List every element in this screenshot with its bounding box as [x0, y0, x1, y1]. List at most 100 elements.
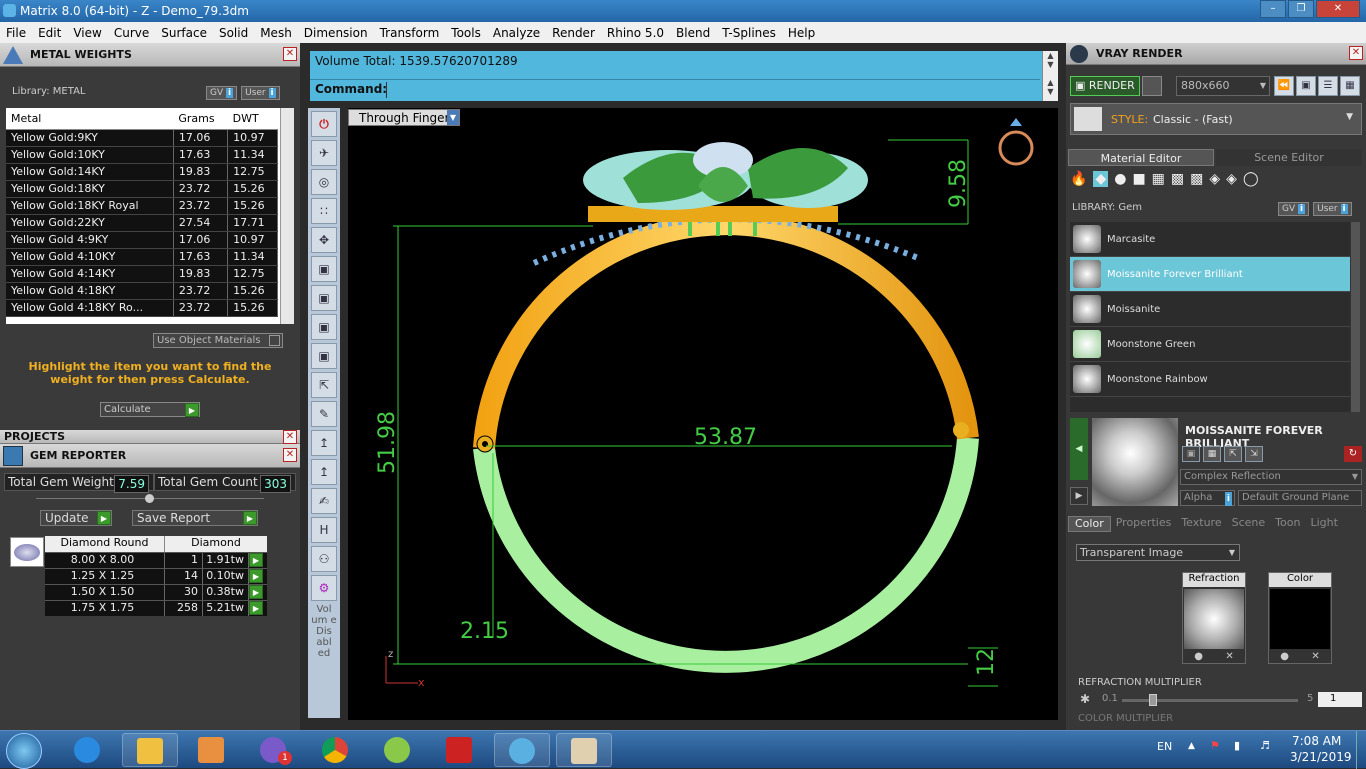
- pattern-icon[interactable]: ▩: [1171, 171, 1184, 187]
- reflection-select[interactable]: Complex Reflection ▼: [1180, 469, 1362, 485]
- refraction-clear-icon[interactable]: ✕: [1225, 651, 1233, 662]
- h-box-icon[interactable]: H: [311, 517, 337, 543]
- volume-icon[interactable]: ♬: [1260, 739, 1270, 752]
- tab-toon[interactable]: Toon: [1270, 516, 1305, 532]
- color-clear-icon[interactable]: ✕: [1311, 651, 1319, 662]
- viber-taskbar-item[interactable]: 1: [246, 733, 302, 767]
- media-taskbar-item[interactable]: [184, 733, 240, 767]
- show-desktop-button[interactable]: [1356, 731, 1366, 769]
- table-row[interactable]: Yellow Gold:9KY 17.06 10.97: [6, 129, 278, 147]
- gem-user-toggle[interactable]: User i: [1313, 202, 1352, 216]
- render-eye-icon[interactable]: [1142, 76, 1162, 96]
- export-material-icon[interactable]: ⇱: [1224, 446, 1242, 462]
- close-metal-weights-icon[interactable]: ✕: [283, 47, 297, 61]
- displace-icon[interactable]: ◈: [1226, 171, 1237, 187]
- table-row[interactable]: Yellow Gold:18KY Royal 23.72 15.26: [6, 197, 278, 215]
- menu-transform[interactable]: Transform: [374, 26, 446, 40]
- cube-top-icon[interactable]: ▣: [311, 256, 337, 282]
- network-icon[interactable]: ∷: [311, 198, 337, 224]
- list-item[interactable]: Moissanite Forever Brilliant: [1070, 257, 1360, 292]
- gem-select-icon[interactable]: ▶: [249, 553, 263, 567]
- refraction-color-icon[interactable]: ●: [1194, 651, 1203, 662]
- viewport-tab[interactable]: Through Finger ▼: [348, 109, 460, 126]
- gear-icon[interactable]: ⚙: [311, 575, 337, 601]
- console-scrollbar[interactable]: ▲ ▼ ▲ ▼: [1042, 51, 1058, 101]
- matrix-taskbar-item[interactable]: [494, 733, 550, 767]
- table-row[interactable]: 1.50 X 1.50 30 0.38tw ▶: [45, 584, 267, 600]
- gumball-off-icon[interactable]: ↥: [311, 430, 337, 456]
- scale-icon[interactable]: ⇱: [311, 372, 337, 398]
- table-row[interactable]: Yellow Gold 4:9KY 17.06 10.97: [6, 231, 278, 249]
- minimize-button[interactable]: –: [1260, 0, 1286, 18]
- menu-render[interactable]: Render: [546, 26, 601, 40]
- menu-rhino[interactable]: Rhino 5.0: [601, 26, 670, 40]
- ring-icon[interactable]: [998, 118, 1034, 166]
- menu-file[interactable]: File: [0, 26, 32, 40]
- network-warning-icon[interactable]: ⚑: [1210, 739, 1220, 752]
- menu-view[interactable]: View: [67, 26, 107, 40]
- list-item[interactable]: Moonstone Green: [1070, 327, 1360, 362]
- material-list-scrollbar[interactable]: [1350, 222, 1360, 412]
- col-metal[interactable]: Metal: [6, 108, 174, 130]
- table-row[interactable]: Yellow Gold:14KY 19.83 12.75: [6, 163, 278, 181]
- tray-expand-icon[interactable]: ▲: [1188, 741, 1195, 751]
- plane-icon[interactable]: ✈: [311, 140, 337, 166]
- tab-scene-editor[interactable]: Scene Editor: [1216, 149, 1362, 166]
- menu-tools[interactable]: Tools: [445, 26, 487, 40]
- bulb-icon[interactable]: ◯: [1243, 171, 1259, 187]
- paint-taskbar-item[interactable]: [556, 733, 612, 767]
- save-material-icon[interactable]: ▣: [1182, 446, 1200, 462]
- cube-right-icon[interactable]: ▣: [311, 314, 337, 340]
- refresh-icon[interactable]: ↻: [1344, 446, 1362, 462]
- axes-icon[interactable]: ✥: [311, 227, 337, 253]
- close-projects-icon[interactable]: ✕: [283, 430, 297, 444]
- menu-curve[interactable]: Curve: [108, 26, 155, 40]
- flame-icon[interactable]: 🔥: [1070, 171, 1087, 187]
- ground-plane-toggle[interactable]: Default Ground Plane: [1238, 490, 1362, 506]
- alpha-toggle[interactable]: Alpha i: [1180, 490, 1235, 506]
- menu-help[interactable]: Help: [782, 26, 821, 40]
- gumball-r-icon[interactable]: ↥: [311, 459, 337, 485]
- tab-material-editor[interactable]: Material Editor: [1068, 149, 1214, 166]
- power-icon[interactable]: ⏻: [311, 111, 337, 137]
- table-row[interactable]: Yellow Gold 4:10KY 17.63 11.34: [6, 248, 278, 266]
- tab-light[interactable]: Light: [1305, 516, 1342, 532]
- language-indicator[interactable]: EN: [1157, 740, 1172, 753]
- signal-icon[interactable]: ▮: [1234, 739, 1240, 752]
- list-item[interactable]: Moonstone Rainbow: [1070, 362, 1360, 397]
- hatch-icon[interactable]: ▦: [1152, 171, 1165, 187]
- menu-blend[interactable]: Blend: [670, 26, 716, 40]
- pen-icon[interactable]: ✎: [311, 401, 337, 427]
- command-input[interactable]: [386, 82, 1036, 98]
- col-dwt[interactable]: DWT: [227, 108, 278, 130]
- refraction-slot[interactable]: Refraction ● ✕: [1182, 572, 1246, 664]
- table-row[interactable]: 8.00 X 8.00 1 1.91tw ▶: [45, 552, 267, 568]
- frame-icon[interactable]: ▣: [1296, 76, 1316, 96]
- transparent-image-select[interactable]: Transparent Image ▼: [1076, 544, 1240, 561]
- globe-icon[interactable]: ◎: [311, 169, 337, 195]
- use-object-materials-checkbox[interactable]: Use Object Materials: [153, 333, 283, 348]
- refraction-slider-handle[interactable]: [1149, 694, 1157, 706]
- render-button[interactable]: ▣ RENDER: [1070, 76, 1140, 96]
- ie-taskbar-item[interactable]: [60, 733, 116, 767]
- table-row[interactable]: Yellow Gold 4:18KY Ro... 23.72 15.26: [6, 299, 278, 317]
- menu-solid[interactable]: Solid: [213, 26, 254, 40]
- close-gem-reporter-icon[interactable]: ✕: [283, 448, 297, 462]
- start-button[interactable]: [6, 733, 42, 769]
- metal-user-toggle[interactable]: User i: [241, 86, 280, 100]
- list-item[interactable]: Moissanite: [1070, 292, 1360, 327]
- gem-gv-toggle[interactable]: GV i: [1278, 202, 1310, 216]
- table-row[interactable]: Yellow Gold:10KY 17.63 11.34: [6, 146, 278, 164]
- list-item[interactable]: Marcasite: [1070, 222, 1360, 257]
- table-row[interactable]: Yellow Gold 4:18KY 23.72 15.26: [6, 282, 278, 300]
- menu-surface[interactable]: Surface: [155, 26, 213, 40]
- table-row[interactable]: 1.25 X 1.25 14 0.10tw ▶: [45, 568, 267, 584]
- cube-perspective-icon[interactable]: ▣: [311, 343, 337, 369]
- rm-value-input[interactable]: 1: [1318, 692, 1362, 707]
- gem-select-icon[interactable]: ▶: [249, 601, 263, 615]
- menu-tsplines[interactable]: T-Splines: [716, 26, 782, 40]
- metal-gv-toggle[interactable]: GV i: [206, 86, 238, 100]
- clock-time[interactable]: 7:08 AM: [1292, 734, 1341, 748]
- checker-icon[interactable]: ▩: [1190, 171, 1203, 187]
- menu-analyze[interactable]: Analyze: [487, 26, 546, 40]
